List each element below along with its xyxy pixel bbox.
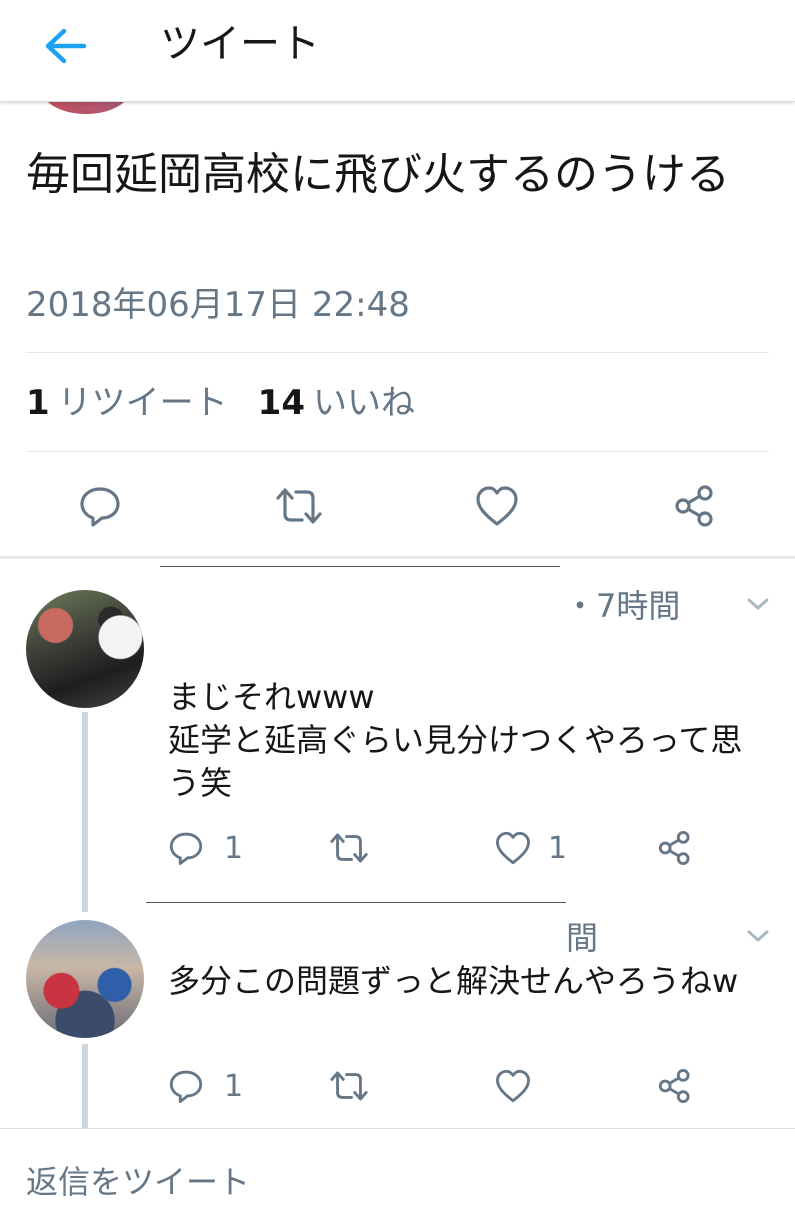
divider [26, 352, 769, 353]
redacted-username [146, 902, 566, 958]
share-icon [658, 831, 690, 865]
tweet-text: 毎回延岡高校に飛び火するのうける [26, 149, 730, 200]
divider [26, 451, 769, 452]
thread-line [82, 712, 88, 912]
like-button[interactable] [474, 484, 520, 528]
reply-text: 多分この問題ずっと解決せんやろうねw [168, 960, 778, 1003]
reply-composer-input[interactable]: 返信をツイート [26, 1160, 250, 1204]
tweet-stats: 1 リツイート 14 いいね [26, 380, 415, 426]
thread-line [82, 1044, 88, 1128]
redacted-username [160, 566, 560, 684]
retweet-button[interactable] [328, 1068, 370, 1104]
reply-menu-button[interactable] [746, 928, 770, 948]
retweet-label: リツイート [57, 383, 228, 423]
share-icon [675, 485, 713, 527]
like-icon [496, 1069, 530, 1103]
like-stat[interactable]: 14 いいね [258, 383, 415, 423]
like-icon [476, 486, 518, 526]
back-button[interactable] [40, 24, 92, 68]
like-count: 1 [548, 831, 568, 866]
retweet-button[interactable] [328, 830, 370, 866]
retweet-icon [276, 488, 322, 524]
share-button[interactable] [656, 1068, 694, 1104]
reply-icon [169, 1070, 203, 1103]
reply-count: 1 [224, 831, 244, 866]
retweet-icon [330, 833, 368, 863]
retweet-icon [330, 1071, 368, 1101]
reply-text: まじそれwww 延学と延高ぐらい見分けつくやろって思 う笑 [168, 676, 778, 805]
reply-menu-button[interactable] [746, 596, 770, 616]
section-separator [0, 556, 795, 559]
reply-button[interactable] [168, 830, 204, 866]
share-button[interactable] [672, 484, 718, 528]
reply-time: ・7時間 [564, 587, 681, 625]
reply-count: 1 [224, 1069, 244, 1104]
like-label: いいね [313, 383, 415, 423]
retweet-stat[interactable]: 1 リツイート [26, 383, 228, 423]
tweet-timestamp: 2018年06月17日 22:48 [26, 285, 410, 325]
top-app-bar: ツイート [0, 0, 795, 102]
chevron-down-icon [747, 930, 769, 942]
reply-time: 間 [566, 919, 599, 957]
share-button[interactable] [656, 830, 694, 866]
reply-avatar[interactable] [26, 920, 144, 1038]
reply-button[interactable] [168, 1068, 204, 1104]
like-count: 14 [257, 383, 305, 423]
arrow-left-icon [45, 28, 87, 64]
retweet-button[interactable] [274, 484, 324, 528]
reply-avatar[interactable] [26, 590, 144, 708]
chevron-down-icon [747, 598, 769, 610]
reply-text-line: 延学と延高ぐらい見分けつくやろって思 [168, 721, 743, 759]
reply-button[interactable] [78, 484, 122, 528]
like-icon [496, 831, 530, 865]
like-button[interactable] [494, 1068, 532, 1104]
like-button[interactable] [494, 830, 532, 866]
reply-icon [169, 832, 203, 865]
composer-divider [0, 1128, 795, 1129]
reply-text-line: う笑 [168, 764, 233, 802]
reply-text-line: 多分この問題ずっと解決せんやろうねw [168, 962, 739, 1000]
reply-text-line: まじそれwww [168, 678, 375, 716]
share-icon [658, 1069, 690, 1103]
reply-icon [80, 487, 120, 527]
retweet-count: 1 [26, 383, 50, 423]
page-title: ツイート [160, 21, 320, 67]
